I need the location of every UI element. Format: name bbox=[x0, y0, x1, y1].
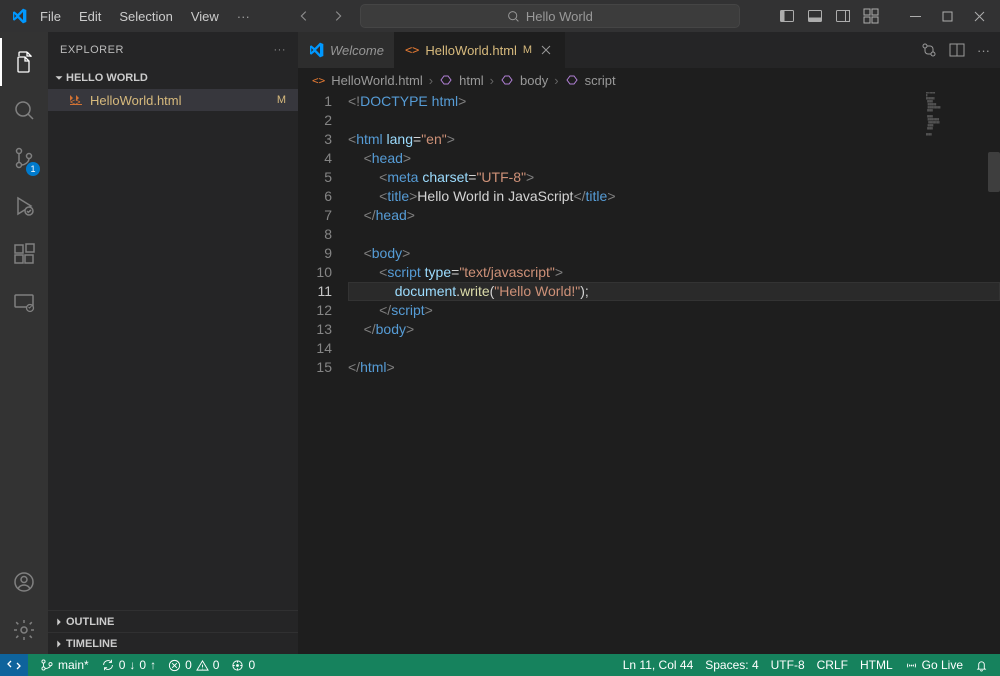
sidebar-folder-header[interactable]: HELLO WORLD bbox=[48, 67, 298, 89]
status-ports[interactable]: 0 bbox=[225, 654, 261, 676]
status-language[interactable]: HTML bbox=[854, 654, 899, 676]
sidebar-title: EXPLORER bbox=[60, 44, 274, 56]
command-search-input[interactable]: Hello World bbox=[360, 4, 740, 28]
symbol-icon bbox=[500, 73, 514, 87]
status-encoding[interactable]: UTF-8 bbox=[765, 654, 811, 676]
activity-explorer-icon[interactable] bbox=[0, 38, 48, 86]
code-editor[interactable]: 123456789101112131415 <!DOCTYPE html><ht… bbox=[298, 92, 1000, 654]
explorer-sidebar: EXPLORER ··· HELLO WORLD <> HelloWorld.h… bbox=[48, 32, 298, 654]
branch-name: main* bbox=[58, 658, 89, 672]
menu-edit[interactable]: Edit bbox=[71, 5, 109, 28]
status-golive[interactable]: Go Live bbox=[899, 654, 969, 676]
tab-helloworld[interactable]: <> HelloWorld.html M bbox=[395, 32, 565, 68]
minimap[interactable]: ██ ███████████ ████ ██████ █████████ ███… bbox=[926, 92, 986, 172]
chevron-right-icon: › bbox=[554, 73, 558, 88]
status-bell-icon[interactable] bbox=[969, 654, 994, 676]
compare-changes-icon[interactable] bbox=[921, 42, 937, 58]
tab-welcome[interactable]: Welcome bbox=[298, 32, 395, 68]
sidebar-timeline-header[interactable]: TIMELINE bbox=[48, 632, 298, 654]
breadcrumb-script[interactable]: script bbox=[585, 73, 616, 88]
activity-source-control-icon[interactable]: 1 bbox=[0, 134, 48, 182]
file-tab-label: HelloWorld.html bbox=[425, 43, 517, 58]
status-cursor-pos[interactable]: Ln 11, Col 44 bbox=[617, 654, 700, 676]
nav-forward-icon[interactable] bbox=[326, 4, 350, 28]
symbol-icon bbox=[565, 73, 579, 87]
split-editor-icon[interactable] bbox=[949, 42, 965, 58]
chevron-right-icon: › bbox=[490, 73, 494, 88]
activity-search-icon[interactable] bbox=[0, 86, 48, 134]
editor-area: Welcome <> HelloWorld.html M ··· <> Hell… bbox=[298, 32, 1000, 654]
title-bar: File Edit Selection View ··· Hello World bbox=[0, 0, 1000, 32]
activity-accounts-icon[interactable] bbox=[0, 558, 48, 606]
nav-back-icon[interactable] bbox=[292, 4, 316, 28]
svg-text:<>: <> bbox=[70, 97, 81, 107]
layout-primary-sidebar-icon[interactable] bbox=[774, 4, 800, 28]
layout-customize-icon[interactable] bbox=[858, 4, 884, 28]
sidebar-file-modified: M bbox=[277, 94, 286, 106]
file-tab-modified: M bbox=[523, 44, 532, 56]
activity-extensions-icon[interactable] bbox=[0, 230, 48, 278]
status-branch[interactable]: main* bbox=[34, 654, 95, 676]
window-maximize-icon[interactable] bbox=[932, 3, 962, 30]
code-content[interactable]: <!DOCTYPE html><html lang="en"> <head> <… bbox=[348, 92, 1000, 654]
sidebar-file-item[interactable]: <> HelloWorld.html M bbox=[48, 89, 298, 111]
line-numbers: 123456789101112131415 bbox=[298, 92, 348, 654]
status-sync[interactable]: 0↓ 0↑ bbox=[95, 654, 162, 676]
sidebar-outline-header[interactable]: OUTLINE bbox=[48, 610, 298, 632]
welcome-tab-label: Welcome bbox=[330, 43, 384, 58]
overview-ruler[interactable] bbox=[988, 152, 1000, 192]
activity-settings-icon[interactable] bbox=[0, 606, 48, 654]
symbol-icon bbox=[439, 73, 453, 87]
menu-file[interactable]: File bbox=[32, 5, 69, 28]
breadcrumb-file[interactable]: HelloWorld.html bbox=[331, 73, 423, 88]
breadcrumb-body[interactable]: body bbox=[520, 73, 548, 88]
activity-debug-icon[interactable] bbox=[0, 182, 48, 230]
search-placeholder: Hello World bbox=[526, 9, 593, 24]
layout-panel-icon[interactable] bbox=[802, 4, 828, 28]
layout-secondary-sidebar-icon[interactable] bbox=[830, 4, 856, 28]
html-file-icon: <> bbox=[405, 43, 419, 57]
sidebar-timeline-label: TIMELINE bbox=[66, 638, 117, 650]
remote-button-icon[interactable] bbox=[0, 654, 28, 676]
status-problems[interactable]: 0 0 bbox=[162, 654, 225, 676]
sidebar-header: EXPLORER ··· bbox=[48, 32, 298, 67]
breadcrumb-html[interactable]: html bbox=[459, 73, 484, 88]
breadcrumb[interactable]: <> HelloWorld.html › html › body › scrip… bbox=[298, 68, 1000, 92]
activity-remote-icon[interactable] bbox=[0, 278, 48, 326]
vscode-logo-icon bbox=[6, 8, 32, 24]
sidebar-file-label: HelloWorld.html bbox=[90, 93, 182, 108]
window-minimize-icon[interactable] bbox=[900, 3, 930, 30]
editor-tabs: Welcome <> HelloWorld.html M ··· bbox=[298, 32, 1000, 68]
status-eol[interactable]: CRLF bbox=[811, 654, 854, 676]
close-tab-icon[interactable] bbox=[538, 42, 554, 58]
status-spaces[interactable]: Spaces: 4 bbox=[699, 654, 764, 676]
sidebar-more-icon[interactable]: ··· bbox=[274, 44, 287, 56]
html-file-icon: <> bbox=[312, 74, 325, 87]
editor-more-icon[interactable]: ··· bbox=[977, 43, 990, 58]
menu-selection[interactable]: Selection bbox=[111, 5, 180, 28]
chevron-right-icon: › bbox=[429, 73, 433, 88]
menu-more-icon[interactable]: ··· bbox=[229, 5, 258, 28]
sidebar-folder-label: HELLO WORLD bbox=[66, 72, 148, 84]
menu-bar: File Edit Selection View ··· bbox=[32, 5, 258, 28]
window-close-icon[interactable] bbox=[964, 3, 994, 30]
menu-view[interactable]: View bbox=[183, 5, 227, 28]
sidebar-outline-label: OUTLINE bbox=[66, 616, 114, 628]
scm-badge: 1 bbox=[26, 162, 40, 176]
status-bar: main* 0↓ 0↑ 0 0 0 Ln 11, Col 44 Spaces: … bbox=[0, 654, 1000, 676]
activity-bar: 1 bbox=[0, 32, 48, 654]
